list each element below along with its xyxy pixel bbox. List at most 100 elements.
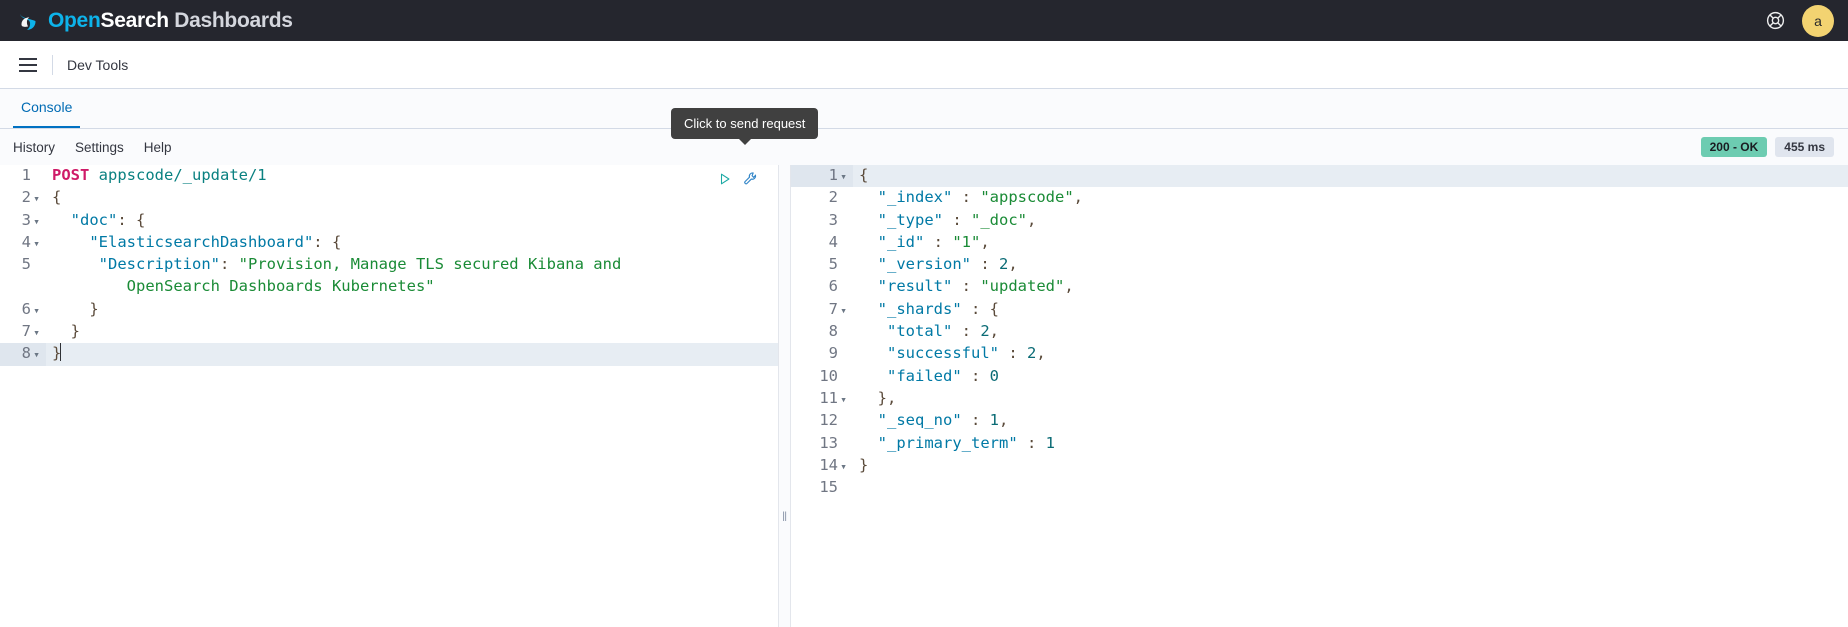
code-line: 2 "_index" : "appscode", — [791, 187, 1848, 209]
fold-toggle-icon[interactable]: ▾ — [31, 344, 42, 365]
fold-toggle-icon[interactable]: ▾ — [31, 300, 42, 321]
fold-toggle-icon — [838, 188, 849, 209]
help-lifebuoy-icon[interactable] — [1765, 10, 1786, 31]
tab-console[interactable]: Console — [13, 99, 80, 128]
breadcrumb[interactable]: Dev Tools — [67, 57, 128, 73]
fold-toggle-icon — [31, 277, 42, 298]
code-line: 8 "total" : 2, — [791, 321, 1848, 343]
token-str: "_doc" — [971, 211, 1027, 229]
code-line: 3▾ "doc": { — [0, 210, 778, 232]
token-punc: : — [313, 233, 332, 251]
send-request-play-icon[interactable] — [718, 172, 732, 191]
fold-toggle-icon[interactable]: ▾ — [31, 322, 42, 343]
token-punc: : — [117, 211, 136, 229]
token-key: "_seq_no" — [878, 411, 962, 429]
token-plain — [859, 233, 878, 251]
code-text: "successful" : 2, — [853, 343, 1848, 365]
token-punc: , — [1027, 211, 1036, 229]
code-text: } — [46, 343, 778, 365]
fold-toggle-icon[interactable]: ▾ — [838, 300, 849, 321]
response-editor-pane[interactable]: 1▾{2 "_index" : "appscode",3 "_type" : "… — [791, 165, 1848, 627]
nav-divider — [52, 55, 53, 75]
line-number: 2 — [791, 187, 853, 209]
line-number: 1 — [0, 165, 46, 187]
token-plain — [52, 233, 89, 251]
token-brace: { — [136, 211, 145, 229]
fold-toggle-icon[interactable]: ▾ — [31, 211, 42, 232]
code-text: "_id" : "1", — [853, 232, 1848, 254]
opensearch-logo-icon — [16, 8, 41, 33]
line-number: 2▾ — [0, 187, 46, 209]
token-key: "result" — [878, 277, 953, 295]
request-code-block[interactable]: 1 POST appscode/_update/12▾ {3▾ "doc": {4… — [0, 165, 778, 366]
code-line: 1 POST appscode/_update/1 — [0, 165, 778, 187]
token-num: 2 — [1027, 344, 1036, 362]
line-number: 6▾ — [0, 299, 46, 321]
token-plain — [52, 255, 99, 273]
token-punc: : — [971, 255, 999, 273]
response-code-block: 1▾{2 "_index" : "appscode",3 "_type" : "… — [791, 165, 1848, 499]
toolbar-link-history[interactable]: History — [13, 140, 55, 155]
text-caret — [60, 343, 61, 361]
token-punc: : — [952, 322, 980, 340]
token-str: "1" — [952, 233, 980, 251]
code-text: "result" : "updated", — [853, 276, 1848, 298]
resize-grip-icon[interactable]: ‖ — [782, 510, 787, 523]
line-number: 6 — [791, 276, 853, 298]
top-header: OpenSearch Dashboards a — [0, 0, 1848, 41]
code-line: 15 — [791, 477, 1848, 499]
token-key: "doc" — [71, 211, 118, 229]
code-line: 13 "_primary_term" : 1 — [791, 433, 1848, 455]
token-key: "_index" — [878, 188, 953, 206]
app-brand[interactable]: OpenSearch Dashboards — [16, 8, 293, 33]
code-line: 3 "_type" : "_doc", — [791, 210, 1848, 232]
code-line: 11▾ }, — [791, 388, 1848, 410]
fold-toggle-icon[interactable]: ▾ — [31, 188, 42, 209]
token-punc: , — [1064, 277, 1073, 295]
hamburger-menu-icon[interactable] — [10, 47, 46, 83]
code-text: "Description": "Provision, Manage TLS se… — [46, 254, 778, 276]
fold-toggle-icon — [838, 322, 849, 343]
code-text: "total" : 2, — [853, 321, 1848, 343]
fold-toggle-icon[interactable]: ▾ — [838, 456, 849, 477]
user-avatar[interactable]: a — [1802, 5, 1834, 37]
request-editor-pane[interactable]: 1 POST appscode/_update/12▾ {3▾ "doc": {4… — [0, 165, 778, 627]
brand-open-text: Open — [48, 9, 100, 32]
fold-toggle-icon — [838, 211, 849, 232]
code-line: 4▾ "ElasticsearchDashboard": { — [0, 232, 778, 254]
token-plain — [859, 188, 878, 206]
token-key: "total" — [887, 322, 952, 340]
code-text: "_index" : "appscode", — [853, 187, 1848, 209]
fold-toggle-icon — [838, 277, 849, 298]
line-number: 4▾ — [0, 232, 46, 254]
code-line: 6▾ } — [0, 299, 778, 321]
token-plain — [859, 389, 878, 407]
fold-toggle-icon[interactable]: ▾ — [838, 166, 849, 187]
code-line: 10 "failed" : 0 — [791, 366, 1848, 388]
wrench-options-icon[interactable] — [743, 171, 758, 191]
toolbar-link-help[interactable]: Help — [144, 140, 172, 155]
code-text: } — [46, 299, 778, 321]
token-punc: : — [962, 300, 990, 318]
token-plain — [859, 255, 878, 273]
line-number: 3▾ — [0, 210, 46, 232]
token-punc: , — [1074, 188, 1083, 206]
pane-resize-divider[interactable]: ‖ — [778, 165, 791, 627]
line-number: 10 — [791, 366, 853, 388]
token-plain — [52, 322, 71, 340]
brand-search-text: Search — [100, 9, 168, 32]
token-url: appscode/_update/1 — [99, 166, 267, 184]
status-badge: 200 - OK — [1701, 137, 1768, 157]
fold-toggle-icon — [838, 233, 849, 254]
token-plain — [89, 166, 98, 184]
token-punc: : — [1018, 434, 1046, 452]
code-text: "doc": { — [46, 210, 778, 232]
token-key: "_shards" — [878, 300, 962, 318]
code-text — [853, 477, 1848, 499]
toolbar-link-settings[interactable]: Settings — [75, 140, 124, 155]
console-toolbar: History Settings Help Click to send requ… — [0, 129, 1848, 165]
fold-toggle-icon[interactable]: ▾ — [31, 233, 42, 254]
token-brace: { — [990, 300, 999, 318]
token-plain — [859, 344, 887, 362]
fold-toggle-icon[interactable]: ▾ — [838, 389, 849, 410]
